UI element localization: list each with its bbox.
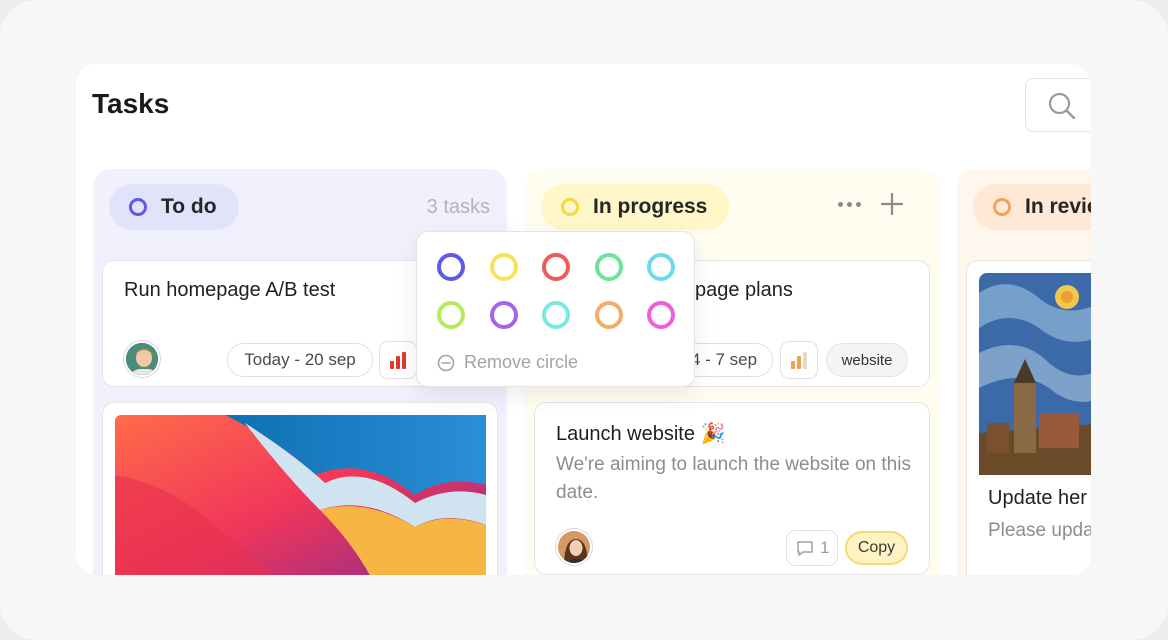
card-title: Launch website 🎉 <box>556 423 726 445</box>
comment-icon <box>797 541 813 556</box>
bar-chart-icon <box>390 352 406 369</box>
column-title: To do <box>161 195 217 218</box>
status-circle-icon[interactable] <box>129 198 147 216</box>
color-swatch[interactable] <box>489 253 518 281</box>
card-title: Update her <box>988 487 1087 509</box>
card-description: Please upda <box>988 520 1091 541</box>
search-icon <box>1048 92 1076 120</box>
color-swatch[interactable] <box>647 253 675 281</box>
avatar[interactable] <box>556 529 592 565</box>
column-header-in-review[interactable]: In revie <box>973 184 1091 230</box>
task-card-image[interactable] <box>102 402 498 575</box>
priority-button[interactable] <box>780 341 818 379</box>
color-swatch[interactable] <box>594 253 623 281</box>
priority-button[interactable] <box>379 341 417 379</box>
tag-website[interactable]: website <box>826 343 908 377</box>
search-button[interactable] <box>1025 78 1091 132</box>
color-swatch[interactable] <box>542 301 570 329</box>
color-swatch[interactable] <box>489 301 518 329</box>
bar-chart-icon <box>791 352 807 369</box>
column-header-todo[interactable]: To do <box>109 184 239 230</box>
color-swatch[interactable] <box>437 301 465 329</box>
status-circle-icon[interactable] <box>561 198 579 216</box>
status-color-popover: Remove circle <box>416 231 695 387</box>
column-header-in-progress[interactable]: In progress <box>541 184 730 230</box>
color-swatch[interactable] <box>647 301 675 329</box>
column-title: In revie <box>1025 195 1091 218</box>
color-swatch[interactable] <box>437 253 465 281</box>
card-description: We're aiming to launch the website on th… <box>556 454 911 503</box>
cover-image <box>115 415 486 575</box>
column-title: In progress <box>593 195 708 218</box>
color-swatch[interactable] <box>542 253 570 281</box>
remove-circle-label: Remove circle <box>464 352 579 372</box>
tag-copy[interactable]: Copy <box>845 531 908 565</box>
due-date-chip[interactable]: Today - 20 sep <box>227 343 373 377</box>
plus-icon[interactable] <box>880 192 904 216</box>
remove-circle-button[interactable]: Remove circle <box>437 352 578 373</box>
comment-count[interactable]: 1 <box>786 530 839 566</box>
task-count: 3 tasks <box>426 196 490 218</box>
card-title: Run homepage A/B test <box>124 279 336 301</box>
minus-circle-icon <box>437 354 455 371</box>
column-actions <box>838 192 904 216</box>
more-horizontal-icon[interactable] <box>838 202 861 207</box>
status-circle-icon[interactable] <box>993 198 1011 216</box>
avatar[interactable] <box>124 341 160 377</box>
card-title: page plans <box>695 279 793 301</box>
app-frame: Tasks To do 3 tasks Run homepage A/B tes… <box>0 0 1168 640</box>
color-swatch[interactable] <box>594 301 623 329</box>
cover-image <box>979 273 1091 475</box>
task-card-update[interactable]: Update her Please upda <box>966 260 1091 575</box>
column-in-review: In revie Update her Please upda <box>957 169 1091 575</box>
page-title: Tasks <box>92 88 170 119</box>
comment-count-value: 1 <box>820 538 830 557</box>
task-card-launch[interactable]: Launch website 🎉 We're aiming to launch … <box>534 402 930 575</box>
